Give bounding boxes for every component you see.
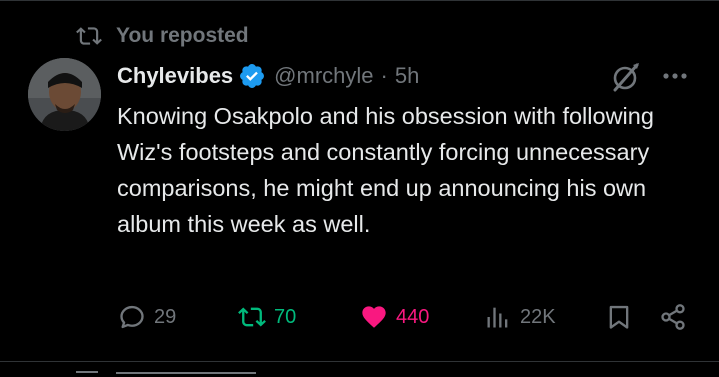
bottom-divider (0, 361, 719, 362)
user-handle[interactable]: @mrchyle (274, 63, 373, 89)
more-options-icon[interactable] (660, 65, 690, 87)
header-separator: · (380, 63, 388, 88)
tweet-header: Chylevibes @mrchyle · 5h (117, 60, 419, 92)
repost-label: You reposted (116, 24, 249, 47)
tweet-text: Knowing Osakpolo and his obsession with … (117, 103, 654, 237)
views-button[interactable]: 22K (484, 300, 556, 334)
repost-context[interactable]: You reposted (76, 22, 249, 50)
views-count: 22K (520, 305, 556, 328)
bookmark-icon (609, 305, 629, 329)
display-name[interactable]: Chylevibes (117, 63, 233, 89)
reply-button[interactable]: 29 (118, 300, 176, 334)
share-icon (661, 304, 685, 330)
post-time[interactable]: 5h (395, 63, 419, 89)
retweet-icon (238, 307, 266, 327)
views-icon (487, 307, 508, 328)
reply-count: 29 (154, 305, 177, 328)
avatar-photo (28, 58, 101, 131)
avatar[interactable] (28, 58, 101, 131)
retweet-count: 70 (274, 305, 297, 328)
reply-icon (120, 305, 144, 329)
verified-badge-icon[interactable] (238, 62, 266, 90)
action-bar: 29 70 440 22K (0, 300, 719, 334)
bookmark-button[interactable] (605, 300, 633, 334)
share-button[interactable] (659, 300, 687, 334)
like-count: 440 (396, 305, 430, 328)
next-repost-icon-fragment (76, 371, 98, 377)
retweet-button[interactable]: 70 (238, 300, 296, 334)
grok-icon[interactable] (608, 61, 642, 93)
top-divider (0, 0, 719, 1)
next-repost-label-fragment (116, 372, 256, 377)
like-button[interactable]: 440 (360, 300, 429, 334)
repost-icon (76, 27, 102, 45)
heart-icon (362, 306, 386, 328)
